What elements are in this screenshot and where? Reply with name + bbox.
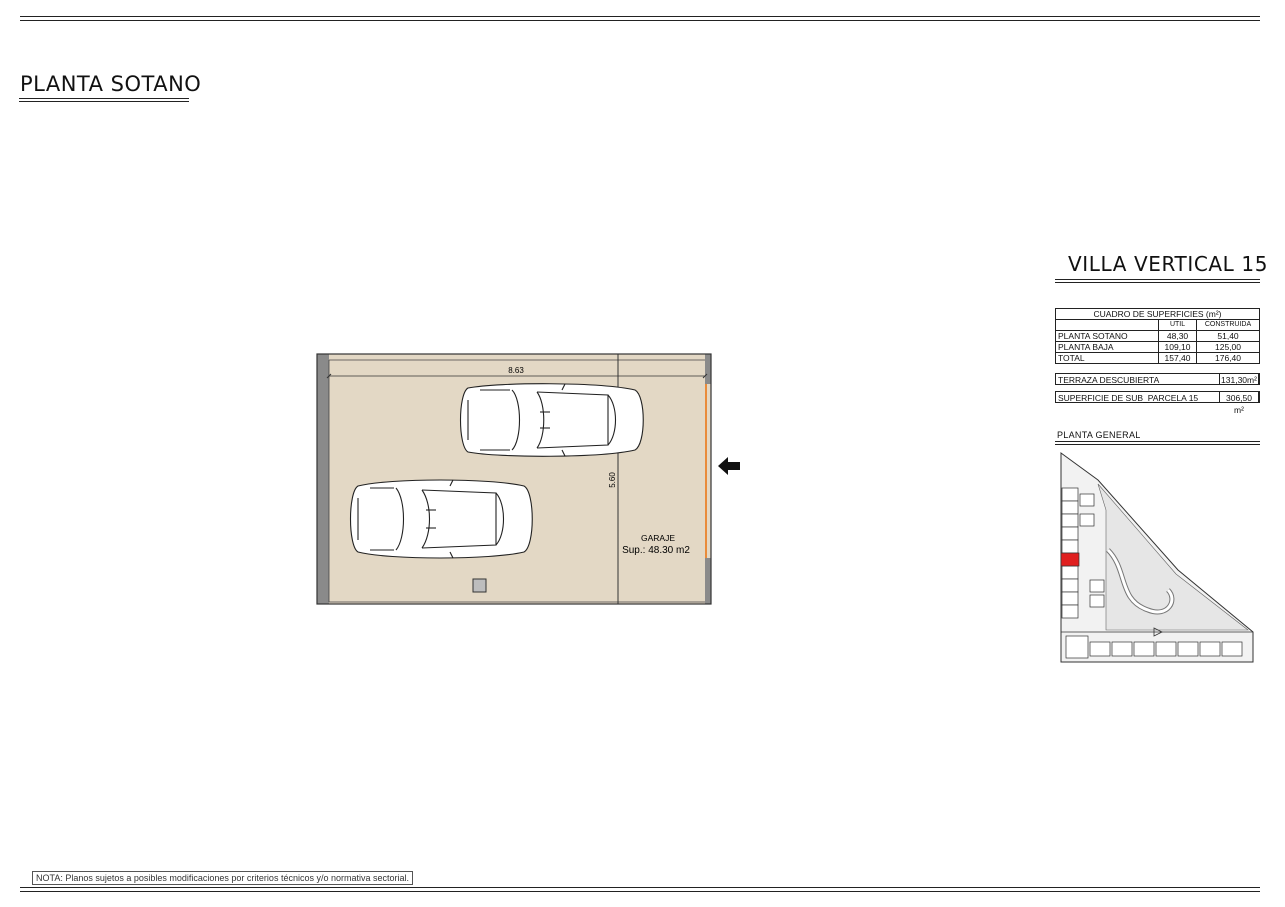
parcel-label: SUPERFICIE DE SUB_PARCELA 15: [1058, 393, 1199, 403]
east-wall-bottom: [705, 558, 711, 604]
depth-dimension-label: 5.60: [608, 472, 617, 488]
room-name: GARAJE: [641, 533, 675, 543]
terrace-value: 131,30m²: [1219, 373, 1259, 385]
areas-table-title: CUADRO DE SUPERFICIES (m²): [1055, 308, 1260, 320]
row-construida: 125,00: [1196, 341, 1260, 353]
general-plan-map: [1060, 452, 1254, 663]
row-label: PLANTA BAJA: [1055, 341, 1159, 353]
terrace-box: TERRAZA DESCUBIERTA 131,30m²: [1055, 373, 1260, 385]
car-lower: [350, 479, 533, 559]
bottom-rule: [20, 887, 1260, 888]
car-upper: [460, 383, 644, 457]
bottom-rule-inner: [20, 891, 1260, 892]
terrace-label: TERRAZA DESCUBIERTA: [1058, 375, 1160, 385]
table-row: PLANTA SOTANO 48,30 51,40: [1055, 330, 1260, 342]
top-rule-inner: [20, 20, 1260, 21]
row-construida: 176,40: [1196, 352, 1260, 364]
villa-title-underline: [1055, 279, 1260, 280]
title-underline: [19, 98, 189, 99]
areas-table-header-blank: [1055, 319, 1159, 331]
width-dimension-label: 8.63: [508, 366, 524, 375]
villa-title-underline-2: [1055, 282, 1260, 283]
page-title: PLANTA SOTANO: [20, 72, 202, 96]
general-plan-underline-2: [1055, 444, 1260, 445]
table-row: TOTAL 157,40 176,40: [1055, 352, 1260, 364]
row-util: 109,10: [1157, 341, 1198, 353]
east-wall-top: [705, 354, 711, 384]
column-square: [472, 578, 487, 593]
basement-floor-plan: 8.63 5.60 GARAJE Sup.: 48.30 m2: [316, 353, 712, 605]
parcel-value: 306,50 m²: [1219, 391, 1259, 415]
col-header-util: UTIL: [1157, 319, 1198, 331]
table-row: PLANTA BAJA 109,10 125,00: [1055, 341, 1260, 353]
col-header-construida: CONSTRUIDA: [1196, 319, 1260, 331]
row-label: PLANTA SOTANO: [1055, 330, 1159, 342]
areas-table: CUADRO DE SUPERFICIES (m²) UTIL CONSTRUI…: [1055, 308, 1260, 364]
row-util: 48,30: [1157, 330, 1198, 342]
disclaimer-note: NOTA: Planos sujetos a posibles modifica…: [32, 871, 413, 885]
general-plan-underline: [1055, 441, 1260, 442]
row-util: 157,40: [1157, 352, 1198, 364]
villa-title: VILLA VERTICAL 15: [1068, 252, 1269, 276]
entrance-arrow-icon: [718, 457, 740, 475]
villa-15-highlight: [1060, 552, 1080, 567]
general-plan-label: PLANTA GENERAL: [1057, 430, 1141, 440]
row-construida: 51,40: [1196, 330, 1260, 342]
room-area: Sup.: 48.30 m2: [622, 545, 690, 556]
row-label: TOTAL: [1055, 352, 1159, 364]
west-wall: [317, 354, 329, 604]
top-rule: [20, 16, 1260, 17]
parcel-box: SUPERFICIE DE SUB_PARCELA 15 306,50 m²: [1055, 391, 1260, 415]
title-underline-2: [19, 101, 189, 102]
